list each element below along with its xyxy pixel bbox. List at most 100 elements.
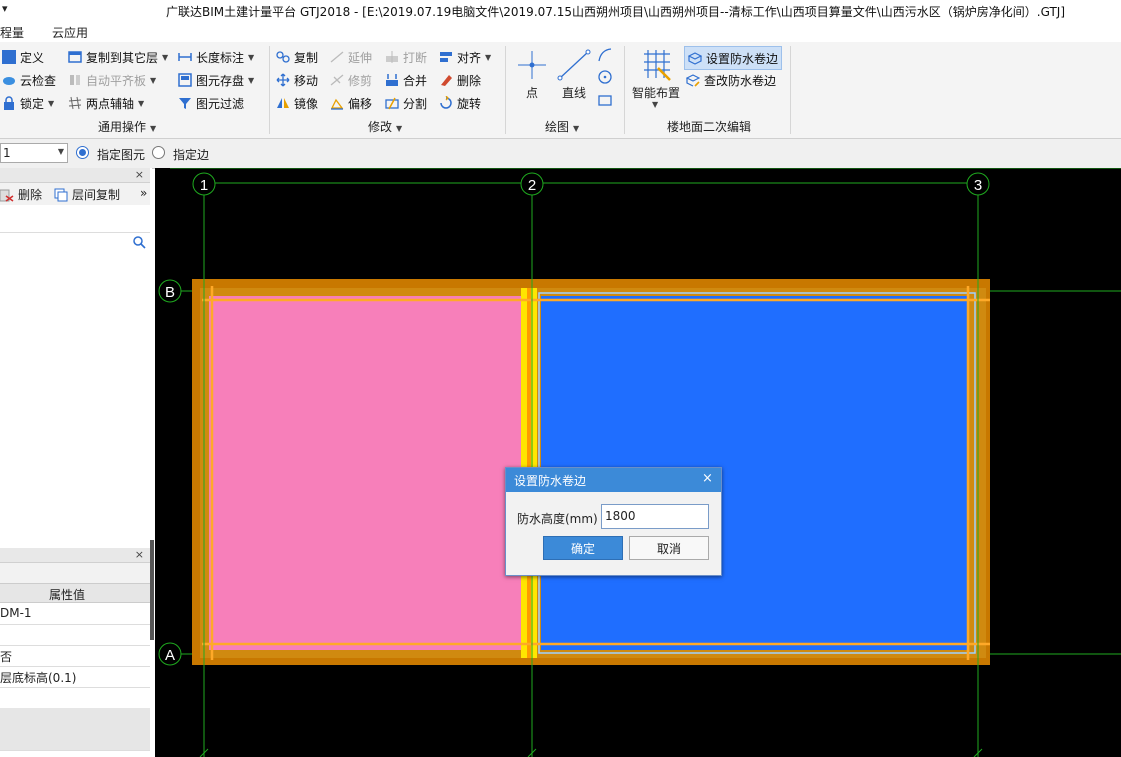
property-panel-header: × [0,548,150,563]
define-button[interactable]: 定义 [2,47,44,67]
option-bar: 1 ▼ 指定图元 指定边 [0,139,1121,169]
smart-layout-button[interactable]: 智能布置 ▼ [630,48,682,116]
ok-button[interactable]: 确定 [543,536,623,560]
chevron-down-icon: ▼ [573,124,580,133]
dialog-title-bar[interactable]: 设置防水卷边 × [506,468,721,492]
copy-button[interactable]: 复制 [276,47,318,67]
axis-grid-icon [68,96,82,110]
rectangle-tool-button[interactable] [596,92,614,110]
move-button[interactable]: 移动 [276,70,318,90]
floor-copy-button[interactable]: 层间复制 [54,186,120,203]
waterproof-edge-icon [687,51,703,65]
cancel-button[interactable]: 取消 [629,536,709,560]
waterproof-height-label: 防水高度(mm) [517,512,598,526]
dimension-ticks [199,748,983,757]
split-button[interactable]: 分割 [385,93,427,113]
ribbon-separator [269,46,270,134]
cloud-check-button[interactable]: 云检查 [2,70,56,90]
waterproof-height-input[interactable]: 1800 [601,504,709,529]
line-icon [557,49,591,81]
mirror-button[interactable]: 镜像 [276,93,318,113]
component-tree[interactable] [0,252,150,542]
trim-button[interactable]: 修剪 [330,70,372,90]
component-search-input[interactable] [0,232,150,254]
more-icon[interactable]: » [140,186,147,200]
arc-icon [598,48,612,62]
floor-select[interactable]: 1 ▼ [0,143,68,163]
radio-specify-element-label: 指定图元 [97,148,146,162]
filter-icon [178,96,192,110]
group-label-draw[interactable]: 绘图 ▼ [545,118,579,135]
two-point-axis-button[interactable]: 两点辅轴 ▼ [68,93,144,113]
search-icon [133,236,146,249]
dialog-title: 设置防水卷边 [514,474,587,488]
save-element-button[interactable]: 图元存盘 ▼ [178,70,254,90]
offset-icon [330,96,344,110]
chevron-down-icon: ▼ [652,100,659,109]
ribbon-separator [790,46,791,134]
align-button[interactable]: 对齐 ▼ [439,47,491,67]
rectangle-icon [598,95,612,106]
auto-flush-slab-button[interactable]: 自动平齐板 ▼ [68,70,156,90]
table-row[interactable]: 层底标高(0.1) [0,666,150,688]
quick-access-menu-icon[interactable]: ▾ [2,2,8,15]
group-label-floor-edit: 楼地面二次编辑 [667,120,752,134]
table-row[interactable]: DM-1 [0,603,150,625]
close-icon[interactable]: × [135,168,144,181]
check-waterproof-edge-button[interactable]: 查改防水卷边 [685,70,776,90]
drawing-canvas[interactable]: 1 2 3 B A [155,168,1121,757]
radio-dot [79,149,86,156]
merge-button[interactable]: 合并 [385,70,427,90]
component-list-header: × [0,168,150,183]
point-icon [518,51,546,79]
chevron-down-icon: ▼ [138,98,145,108]
offset-button[interactable]: 偏移 [330,93,372,113]
table-row[interactable] [0,624,150,646]
axis-label-3: 3 [974,177,982,194]
close-icon[interactable]: × [135,548,144,561]
align-icon [439,50,453,64]
radio-specify-edge-label: 指定边 [173,148,210,162]
rotate-button[interactable]: 旋转 [439,93,481,113]
delete-component-button[interactable]: 删除 [0,186,42,203]
extend-button[interactable]: 延伸 [330,47,372,67]
define-icon [2,50,16,64]
move-icon [276,73,290,87]
extend-icon [330,50,344,64]
lock-icon [2,96,16,110]
radio-specify-element[interactable] [76,146,89,159]
radio-specify-edge[interactable] [152,146,165,159]
set-waterproof-edge-dialog: 设置防水卷边 × 防水高度(mm) 1800 确定 取消 [505,467,722,576]
point-tool-button[interactable]: 点 [515,48,549,102]
menu-item-quantity[interactable]: 程量 [0,24,24,41]
break-button[interactable]: 打断 [385,47,427,67]
room-pink[interactable] [209,296,527,650]
length-mark-button[interactable]: 长度标注 ▼ [178,47,254,67]
set-waterproof-edge-button[interactable]: 设置防水卷边 [684,46,783,70]
chevron-down-icon: ▼ [57,147,64,156]
table-row[interactable] [0,708,150,730]
line-tool-button[interactable]: 直线 [556,48,592,102]
delete-icon [0,188,14,202]
group-label-modify[interactable]: 修改 ▼ [368,118,402,135]
title-bar: ▾ 广联达BIM土建计量平台 GTJ2018 - [E:\2019.07.19电… [0,0,1121,22]
delete-button[interactable]: 删除 [439,70,481,90]
chevron-down-icon: ▼ [162,52,169,62]
table-row[interactable] [0,729,150,751]
arc-tool-button[interactable] [596,46,614,64]
table-row[interactable]: 否 [0,645,150,667]
floor-plan-drawing: 1 2 3 B A [158,168,1121,757]
component-toolbar: 删除 层间复制 » [0,183,150,205]
floor-copy-icon [54,188,68,202]
panel-splitter[interactable] [150,540,154,640]
copy-to-floor-button[interactable]: 复制到其它层 ▼ [68,47,168,67]
element-filter-button[interactable]: 图元过滤 [178,93,244,113]
circle-tool-button[interactable] [596,68,614,86]
group-label-general[interactable]: 通用操作 ▼ [98,118,156,135]
menu-item-cloud[interactable]: 云应用 [52,24,88,41]
chevron-down-icon: ▼ [48,98,55,108]
close-icon[interactable]: × [702,471,713,486]
lock-button[interactable]: 锁定 ▼ [2,93,54,113]
table-row[interactable] [0,687,150,709]
save-element-icon [178,73,192,87]
